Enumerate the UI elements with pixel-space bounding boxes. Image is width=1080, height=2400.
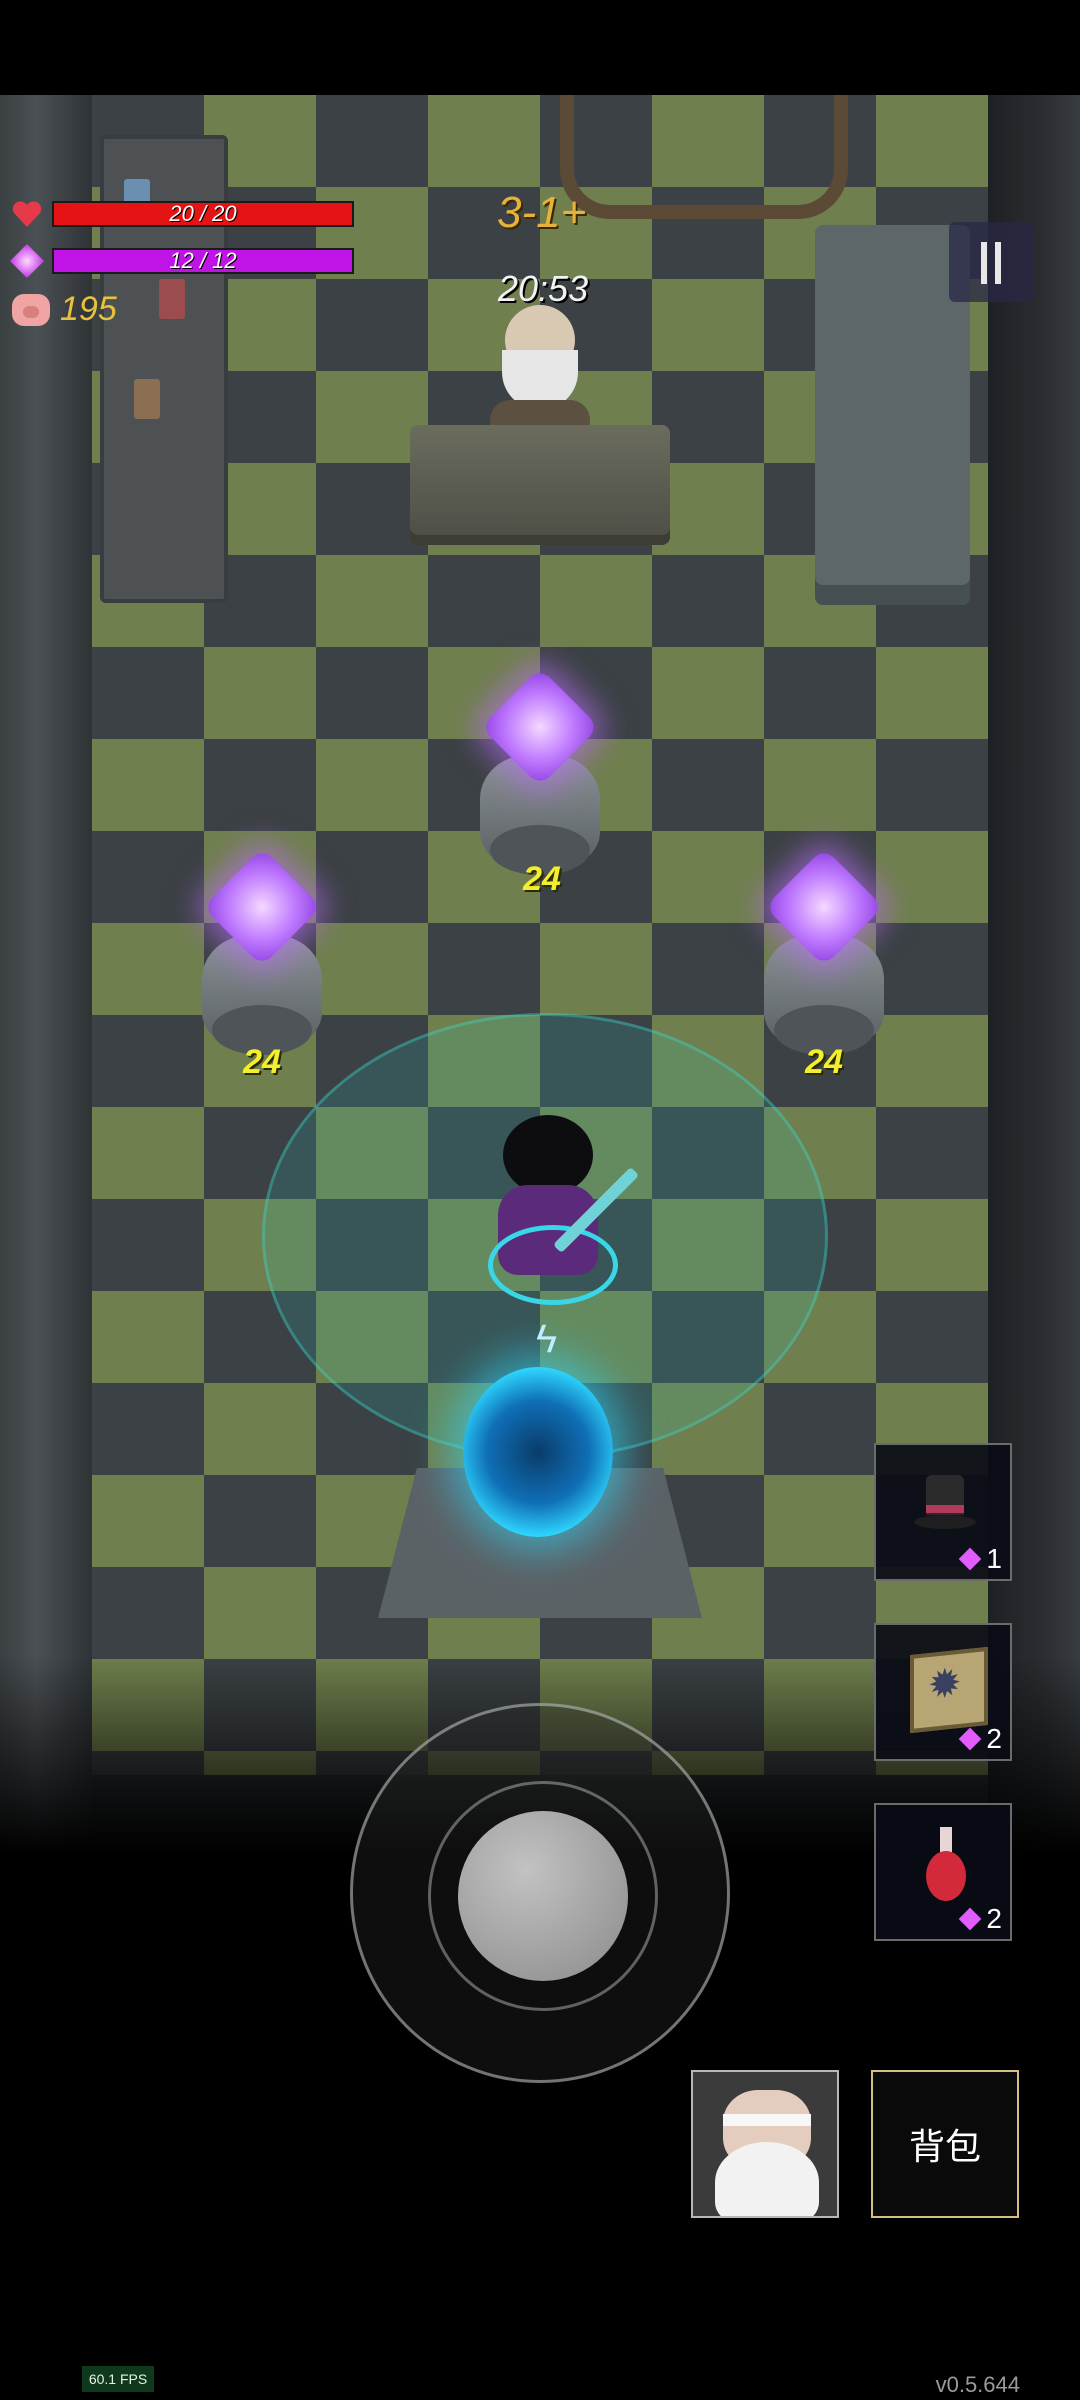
mp-text: 12 / 12 xyxy=(169,248,237,273)
pig-coin-icon xyxy=(12,293,50,326)
book-icon xyxy=(134,379,160,419)
virtual-joystick[interactable] xyxy=(350,1703,730,2083)
mp-bar: 12 / 12 xyxy=(52,248,354,274)
shop-item-price: 24 xyxy=(523,860,561,898)
joystick-knob[interactable] xyxy=(458,1811,628,1981)
left-wall xyxy=(0,95,92,1855)
inventory-slot[interactable]: 1 xyxy=(874,1443,1012,1581)
copper-pipes xyxy=(560,95,848,219)
lightning-icon: ϟ xyxy=(536,1317,558,1361)
inventory-slot[interactable]: 2 xyxy=(874,1803,1012,1941)
inventory-slot[interactable]: 2 xyxy=(874,1623,1012,1761)
shop-item-price: 24 xyxy=(243,1043,281,1081)
hp-row: 20 / 20 xyxy=(12,200,354,228)
mana-gem-icon xyxy=(958,1547,982,1571)
slot-count: 2 xyxy=(986,1903,1002,1934)
slot-count: 2 xyxy=(986,1723,1002,1754)
portal[interactable] xyxy=(463,1367,613,1537)
red-potion-icon xyxy=(926,1827,966,1907)
mana-gem-icon xyxy=(958,1907,982,1931)
right-wall xyxy=(988,95,1080,1855)
rune-box-icon xyxy=(910,1646,988,1734)
level-indicator: 3-1+ xyxy=(497,188,587,237)
coin-row: 195 xyxy=(12,290,117,329)
merchant-table xyxy=(410,425,670,535)
alchemy-station xyxy=(815,225,970,605)
player-character xyxy=(488,1115,618,1305)
npc-portrait-button[interactable] xyxy=(691,2070,839,2218)
backpack-button[interactable]: 背包 xyxy=(871,2070,1019,2218)
mp-row: 12 / 12 xyxy=(10,244,354,278)
coin-count: 195 xyxy=(60,290,117,328)
heart-icon xyxy=(12,200,42,228)
mana-gem-icon xyxy=(958,1727,982,1751)
book-icon xyxy=(159,279,185,319)
shop-item-price: 24 xyxy=(805,1043,843,1081)
pause-button[interactable] xyxy=(949,222,1033,302)
game-scene: ϟ xyxy=(0,95,1080,1855)
top-hat-icon xyxy=(914,1475,976,1535)
hp-bar: 20 / 20 xyxy=(52,201,354,227)
version-label: v0.5.644 xyxy=(935,2372,1020,2397)
fps-counter: 60.1 FPS xyxy=(82,2366,154,2392)
mana-gem-icon xyxy=(10,244,44,278)
slot-count: 1 xyxy=(986,1543,1002,1574)
timer: 20:53 xyxy=(498,268,589,309)
hp-text: 20 / 20 xyxy=(169,201,237,226)
